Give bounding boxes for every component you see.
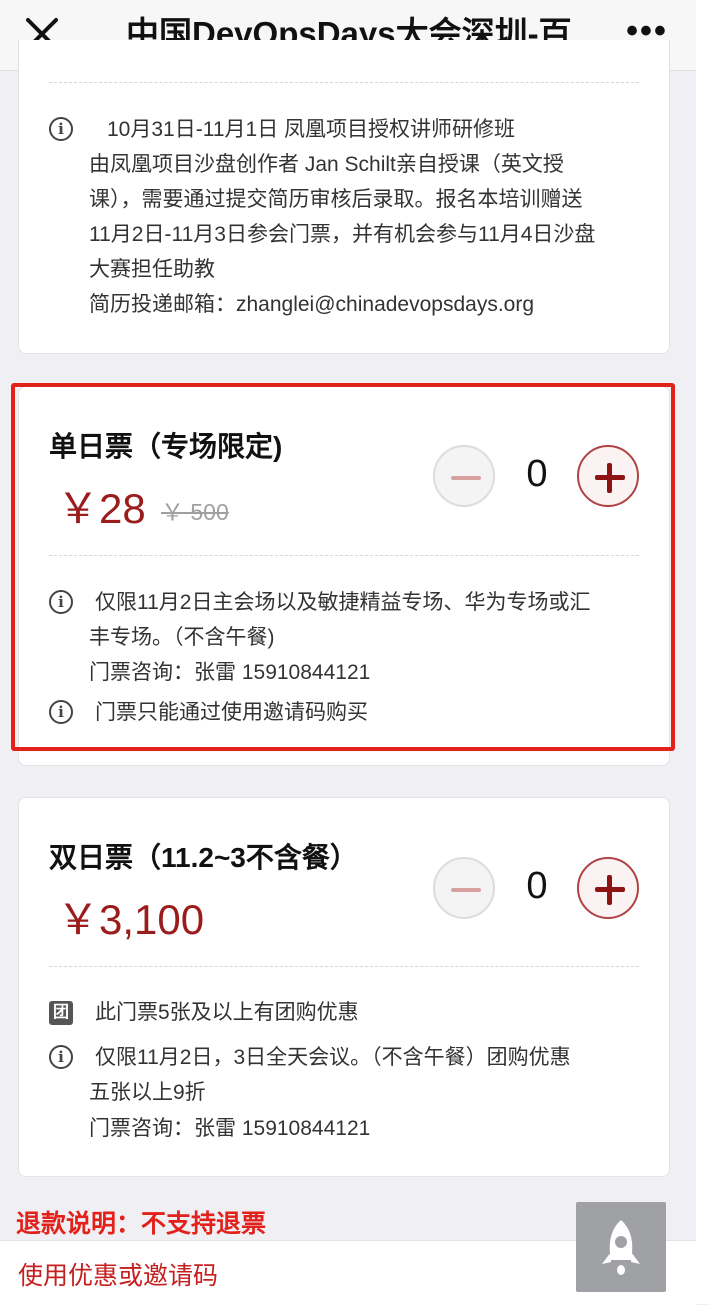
highlight-box (11, 383, 675, 751)
resume-email: 简历投递邮箱：zhanglei@chinadevopsdays.org (89, 293, 535, 316)
info-text: 11月2日-11月3日参会门票，并有机会参与11月4日沙盘 (89, 223, 596, 246)
info-text: 10月31日-11月1日 凤凰项目授权讲师研修班 (107, 118, 516, 141)
ticket-consult: 门票咨询：张雷 15910844121 (89, 1117, 371, 1140)
info-icon: i (49, 1045, 73, 1069)
group-buy-row: 团 此门票5张及以上有团购优惠 (49, 995, 649, 1030)
info-row: i 10月31日-11月1日 凤凰项目授权讲师研修班 (49, 112, 649, 147)
prev-ticket-card: i 10月31日-11月1日 凤凰项目授权讲师研修班 由凤凰项目沙盘创作者 Ja… (18, 40, 670, 354)
info-text: 大赛担任助教 (89, 258, 215, 281)
coupon-code-link[interactable]: 使用优惠或邀请码 (18, 1256, 218, 1292)
ticket-card-double: 双日票（11.2~3不含餐） ￥3,100 0 团 此门票5张及以上有团购优惠 … (18, 797, 670, 1177)
increase-quantity-button[interactable] (577, 857, 639, 919)
ticket-name: 双日票（11.2~3不含餐） (49, 842, 358, 873)
info-text: 仅限11月2日，3日全天会议。（不含午餐）团购优惠 (95, 1046, 571, 1069)
refund-note: 退款说明：不支持退票 (16, 1210, 267, 1238)
group-buy-note: 此门票5张及以上有团购优惠 (95, 1001, 359, 1024)
info-icon: i (49, 117, 73, 141)
info-text: 课），需要通过提交简历审核后录取。报名本培训赠送 (89, 188, 583, 211)
minus-icon (451, 888, 481, 892)
scrollbar (696, 0, 710, 1304)
info-text: 五张以上9折 (89, 1081, 206, 1104)
decrease-quantity-button[interactable] (433, 857, 495, 919)
ticket-price: ￥3,100 (57, 896, 205, 943)
rocket-icon (602, 1220, 640, 1275)
info-text: 由凤凰项目沙盘创作者 Jan Schilt亲自授课（英文授 (89, 153, 564, 176)
quantity-value: 0 (526, 865, 548, 907)
divider (49, 82, 639, 83)
back-to-top-button[interactable] (576, 1202, 666, 1292)
info-row: i 仅限11月2日，3日全天会议。（不含午餐）团购优惠 (49, 1040, 649, 1075)
divider (49, 966, 639, 967)
group-buy-icon: 团 (49, 1001, 73, 1025)
